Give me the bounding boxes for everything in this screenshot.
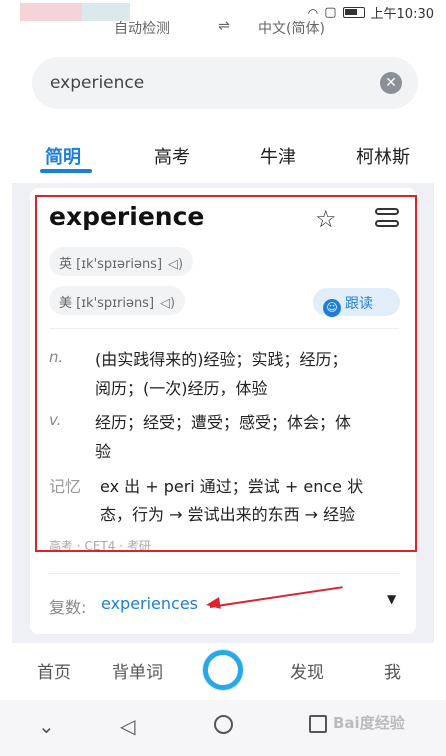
annotation-arrow-head — [205, 597, 221, 611]
active-tab-indicator — [40, 169, 92, 173]
nav-me[interactable]: 我 — [384, 658, 401, 683]
tab-collins[interactable]: 柯林斯 — [356, 143, 410, 169]
home-icon[interactable] — [214, 715, 233, 734]
language-switcher[interactable]: 自动检测 ⇌ 中文(简体) — [0, 14, 446, 36]
plural-link[interactable]: experiences — [101, 594, 198, 613]
chevron-down-icon[interactable]: ▼ — [387, 592, 396, 606]
nav-home[interactable]: 首页 — [37, 658, 71, 683]
back-icon[interactable]: ◁ — [120, 714, 135, 738]
search-query[interactable]: experience — [50, 73, 144, 93]
assistant-button[interactable] — [203, 650, 243, 690]
recents-icon[interactable] — [309, 715, 327, 733]
plural-label: 复数: — [49, 598, 87, 617]
tab-oxford[interactable]: 牛津 — [260, 143, 296, 169]
collapse-icon[interactable]: ⌄ — [38, 714, 55, 738]
divider — [49, 573, 399, 574]
nav-vocab[interactable]: 背单词 — [112, 658, 163, 683]
search-input[interactable]: experience ✕ — [32, 57, 418, 109]
swap-languages-icon[interactable]: ⇌ — [218, 18, 230, 34]
annotation-box — [35, 195, 417, 552]
tab-gaokao[interactable]: 高考 — [154, 143, 190, 169]
target-language[interactable]: 中文(简体) — [258, 18, 325, 36]
tab-concise[interactable]: 简明 — [45, 143, 81, 169]
watermark: Bai度经验 — [333, 714, 405, 732]
clear-icon[interactable]: ✕ — [380, 72, 402, 94]
source-language[interactable]: 自动检测 — [114, 18, 170, 36]
system-nav-bar: ⌄ ◁ Bai度经验 — [0, 700, 446, 756]
nav-discover[interactable]: 发现 — [290, 658, 324, 683]
